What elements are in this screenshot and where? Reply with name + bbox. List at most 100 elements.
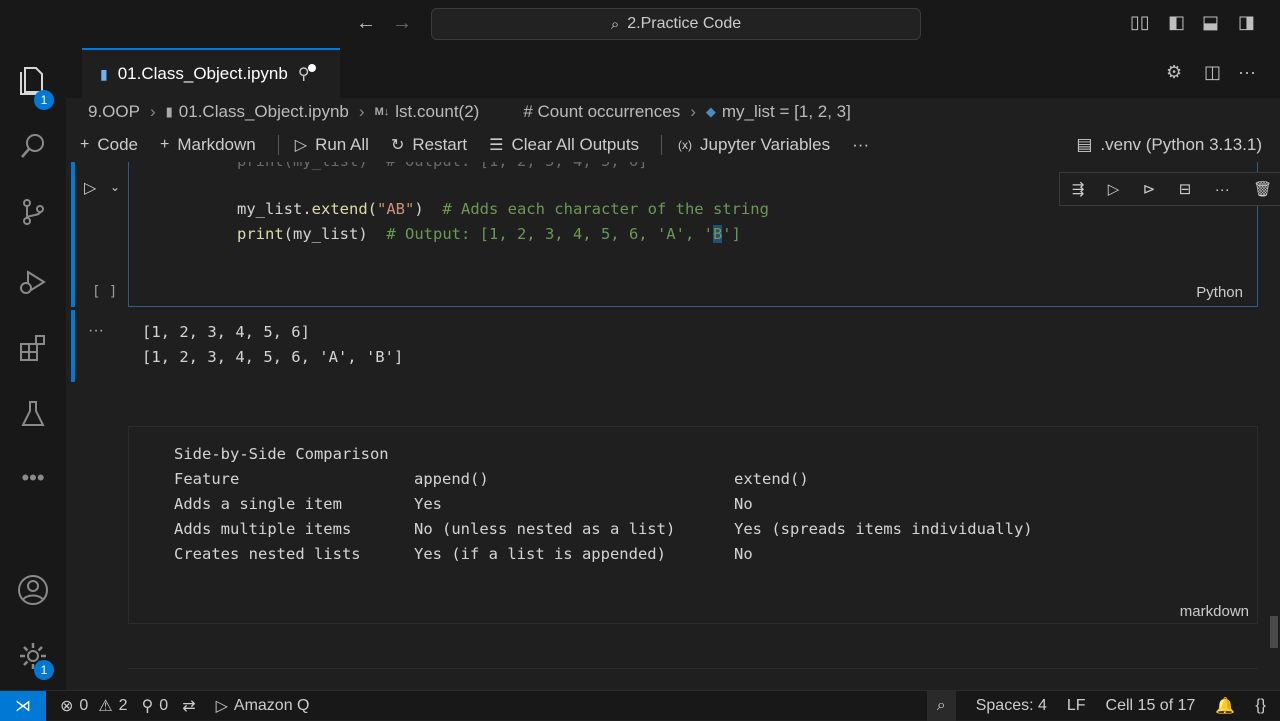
markdown-language-label[interactable]: markdown [1180,603,1249,620]
live-share-icon[interactable]: ⇄ [182,696,201,716]
notebook-file-icon: ▮ [165,104,173,119]
text-selection: B [712,225,723,243]
search-icon: ⌕ [610,15,620,33]
run-by-line-icon[interactable]: ⇶ [1072,180,1085,198]
back-arrow-icon[interactable]: ← [356,12,376,35]
run-cell-icon[interactable]: ▷ [84,178,96,198]
notifications-icon[interactable]: 🔔 [1215,696,1235,716]
delete-cell-icon[interactable]: 🗑 [1253,180,1272,198]
kernel-label: .venv (Python 3.13.1) [1100,135,1262,154]
run-debug-icon[interactable] [0,258,66,306]
next-cell[interactable] [128,668,1258,690]
extensions-icon[interactable] [0,324,66,372]
ports-icon: ⚲ [141,697,154,715]
settings-gear-icon[interactable]: ⚙ [1166,62,1182,83]
error-count: 0 [79,696,89,714]
search-icon[interactable] [0,122,66,170]
add-code-label: Code [97,135,138,154]
manage-gear-icon[interactable]: 1 [0,632,66,680]
jupyter-variables-button[interactable]: (x) Jupyter Variables [678,135,830,155]
execute-above-icon[interactable]: ▷ [1108,180,1120,198]
kernel-picker[interactable]: ▤ .venv (Python 3.13.1) [1076,135,1262,155]
explorer-badge: 1 [34,90,54,110]
explorer-icon[interactable]: 1 [0,56,66,110]
breadcrumb-file[interactable]: 01.Class_Object.ipynb [179,102,349,122]
problems-indicator[interactable]: ⊗ 0 ⚠ 2 [60,696,128,716]
clear-outputs-button[interactable]: ☰ Clear All Outputs [489,135,639,155]
python-icon: ◆ [705,104,716,119]
execute-below-icon[interactable]: ⊳ [1143,180,1156,198]
run-all-button[interactable]: ▷ Run All [295,135,369,155]
split-cell-icon[interactable]: ⊟ [1179,180,1192,198]
table-header-feature: Feature [174,470,240,488]
forward-arrow-icon[interactable]: → [392,12,412,35]
remote-indicator-icon[interactable]: ⋊ [0,690,46,721]
cell-language-label[interactable]: Python [1196,284,1243,301]
add-markdown-cell-button[interactable]: + Markdown [160,135,256,155]
tab-01-class-object[interactable]: ▮ 01.Class_Object.ipynb ⚲ [82,48,340,98]
toolbar-divider [661,135,663,155]
toggle-panel-icon[interactable]: ⬓ [1202,12,1219,33]
restart-button[interactable]: ↻ Restart [391,135,467,155]
toolbar-more-button[interactable]: ··· [852,135,869,155]
toggle-secondary-sidebar-icon[interactable]: ◨ [1238,12,1255,33]
testing-icon[interactable] [0,390,66,438]
status-right: ⌕ Spaces: 4 LF Cell 15 of 17 🔔 {} [926,691,1266,721]
warning-icon: ⚠ [98,697,113,715]
code-line-2: print(my_list) # Output: [1, 2, 3, 4, 5,… [237,225,741,243]
more-actions-icon[interactable]: ··· [1238,62,1256,83]
notebook-file-icon: ▮ [100,65,108,82]
output-line-1: [1, 2, 3, 4, 5, 6] [142,323,310,341]
variables-icon: (x) [678,138,693,152]
command-center[interactable]: ⌕ 2.Practice Code [431,8,921,40]
breadcrumb-symbol[interactable]: my_list = [1, 2, 3] [722,102,851,122]
chevron-right-icon: › [149,102,156,121]
settings-badge: 1 [34,660,54,680]
split-editor-icon[interactable]: ◫ [1204,62,1221,83]
add-code-cell-button[interactable]: + Code [80,135,138,155]
ports-count: 0 [159,696,169,714]
table-cell: Yes [414,495,442,513]
plus-icon: + [80,136,90,153]
more-views-icon[interactable]: ••• [0,454,66,502]
account-icon[interactable] [0,566,66,614]
status-bar: ⋊ ⊗ 0 ⚠ 2 ⚲ 0 ⇄ ▷ Amazon Q ⌕ Spaces: 4 LF Ce… [0,690,1280,721]
cell-focus-indicator [71,162,75,307]
eol-button[interactable]: LF [1067,697,1086,715]
cell-position[interactable]: Cell 15 of 17 [1106,697,1196,715]
code-cell[interactable]: print(my_list) # Output: [1, 2, 3, 4, 5,… [128,162,1280,307]
toggle-sidebar-icon[interactable]: ◧ [1168,12,1185,33]
cell-more-icon[interactable]: ··· [1215,181,1230,198]
table-header-extend: extend() [734,470,809,488]
breadcrumb-cell[interactable]: lst.count(2) [395,102,479,122]
indentation-button[interactable]: Spaces: 4 [976,697,1047,715]
jupyter-variables-label: Jupyter Variables [700,135,831,154]
breadcrumb-folder[interactable]: 9.OOP [88,102,140,122]
unsaved-dot [307,64,316,72]
zoom-icon[interactable]: ⌕ [926,691,956,721]
kernel-icon: ▤ [1076,135,1093,154]
braces-icon[interactable]: {} [1255,697,1266,715]
table-cell: No [734,495,753,513]
table-header-append: append() [414,470,489,488]
title-bar: ← → ⌕ 2.Practice Code ▯▯ ◧ ⬓ ◨ [0,0,1280,48]
notebook-editor: print(my_list) # Output: [1, 2, 3, 4, 5,… [66,162,1280,690]
output-more-icon[interactable]: ··· [88,322,104,340]
restart-icon: ↻ [390,137,405,154]
play-icon: ▷ [215,697,228,715]
pin-icon[interactable]: ⚲ [298,64,316,84]
breadcrumb-comment[interactable]: # Count occurrences [523,102,680,122]
scrollbar-thumb[interactable] [1270,616,1278,648]
amazon-q-label: Amazon Q [233,696,310,714]
error-icon: ⊗ [60,697,74,715]
breadcrumb: 9.OOP › ▮ 01.Class_Object.ipynb › M↓ lst… [66,98,1280,126]
source-control-icon[interactable] [0,188,66,236]
run-all-label: Run All [315,135,369,154]
ports-indicator[interactable]: ⚲ 0 [142,696,169,716]
layout-panels-icon[interactable]: ▯▯ [1130,12,1150,33]
toolbar-more-label: ··· [852,135,870,154]
table-cell: Adds a single item [174,495,342,513]
amazon-q-button[interactable]: ▷ Amazon Q [216,696,310,716]
chevron-down-icon[interactable]: ⌄ [110,180,120,194]
markdown-cell[interactable]: Side-by-Side Comparison Feature append()… [128,426,1258,624]
